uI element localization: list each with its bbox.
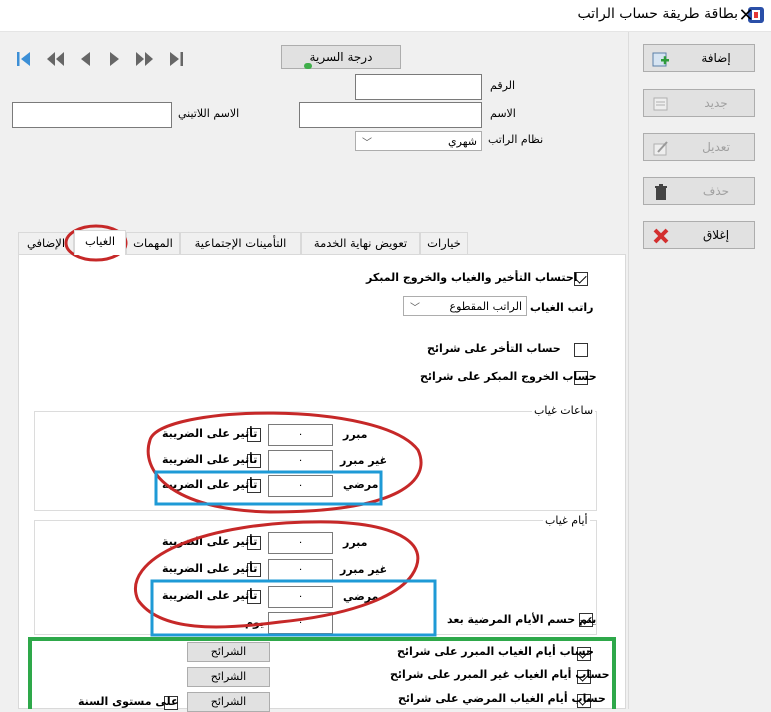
early-tiers-label: حساب الخروج المبكر على شرائح — [420, 370, 597, 383]
fast-back-icon[interactable] — [44, 50, 68, 68]
salary-system-value: شهري — [448, 135, 477, 148]
forward-icon[interactable] — [106, 50, 122, 68]
late-tiers-label: حساب التأخر على شرائح — [427, 342, 561, 355]
edit-label: تعديل — [702, 140, 730, 154]
first-record-icon[interactable] — [14, 50, 34, 68]
sick-deduct-label: يتم حسم الأيام المرضية بعد — [447, 613, 597, 626]
absence-salary-select[interactable]: ﹀ الراتب المقطوع — [403, 296, 527, 316]
hours-sick-tax-label: تأثير على الضريبة — [162, 478, 258, 491]
tier-justified-label: حساب أيام الغياب المبرر على شرائح — [397, 645, 594, 658]
days-sick-label: مرضي — [343, 590, 379, 603]
hours-unjustified-label: غير مبرر — [340, 454, 388, 467]
hours-justified-tax-label: تأثير على الضريبة — [162, 427, 258, 440]
window-title: بطاقة طريقة حساب الراتب — [577, 6, 738, 22]
tab-absence[interactable]: الغياب — [74, 230, 126, 255]
absence-salary-value: الراتب المقطوع — [449, 300, 523, 313]
days-unjustified-label: غير مبرر — [340, 563, 388, 576]
delete-label: حذف — [702, 184, 730, 198]
tab-social-insurance[interactable]: التأمينات الإجتماعية — [180, 232, 301, 254]
degree-button-label: درجة السرية — [309, 50, 373, 64]
days-justified-label: مبرر — [343, 536, 368, 549]
hours-unjustified-input[interactable]: ٠ — [268, 450, 333, 472]
edit-icon — [653, 141, 668, 156]
tier-unjustified-label: حساب أيام الغياب غير المبرر على شرائح — [390, 668, 610, 681]
days-unjustified-input[interactable]: ٠ — [268, 559, 333, 581]
add-label: إضافة — [701, 51, 731, 65]
days-sick-tax-label: تأثير على الضريبة — [162, 589, 258, 602]
name-label: الاسم — [490, 107, 516, 120]
days-justified-tax-label: تأثير على الضريبة — [162, 535, 258, 548]
edit-button[interactable]: تعديل — [643, 133, 755, 161]
tab-end-of-service[interactable]: تعويض نهاية الخدمة — [301, 232, 420, 254]
tab-overtime[interactable]: الإضافي — [18, 232, 74, 254]
salary-system-label: نظام الراتب — [488, 133, 544, 146]
year-level-label: على مستوى السنة — [78, 695, 179, 708]
close-button[interactable]: إغلاق — [643, 221, 755, 249]
status-dot-icon — [304, 63, 312, 69]
trash-icon — [655, 184, 667, 200]
tiers-justified-button[interactable]: الشرائح — [187, 642, 270, 662]
chevron-down-icon: ﹀ — [410, 303, 420, 314]
days-unjustified-tax-label: تأثير على الضريبة — [162, 562, 258, 575]
add-icon — [652, 52, 669, 67]
tiers-sick-button[interactable]: الشرائح — [187, 692, 270, 712]
late-tiers-checkbox[interactable] — [574, 343, 588, 357]
side-separator — [628, 32, 629, 709]
back-icon[interactable] — [78, 50, 94, 68]
days-justified-input[interactable]: ٠ — [268, 532, 333, 554]
close-window-button[interactable]: ✕ — [734, 4, 758, 28]
chevron-down-icon: ﹀ — [362, 138, 372, 149]
hours-unjustified-tax-label: تأثير على الضريبة — [162, 453, 258, 466]
close-label: إغلاق — [702, 228, 730, 242]
new-doc-icon — [653, 97, 668, 111]
number-input[interactable] — [355, 74, 482, 100]
hours-justified-input[interactable]: ٠ — [268, 424, 333, 446]
salary-system-select[interactable]: ﹀ شهري — [355, 131, 482, 151]
number-label: الرقم — [490, 79, 516, 92]
hours-sick-input[interactable]: ٠ — [268, 475, 333, 497]
sick-deduct-days-input[interactable]: ٠ — [268, 612, 333, 634]
days-group-title: أيام غياب — [543, 514, 590, 527]
new-button[interactable]: جديد — [643, 89, 755, 117]
latin-name-input[interactable] — [12, 102, 172, 128]
latin-name-label: الاسم اللاتيني — [178, 107, 240, 120]
new-label: جديد — [704, 96, 728, 110]
hours-group-title: ساعات غياب — [532, 404, 596, 417]
tab-options[interactable]: خيارات — [420, 232, 468, 254]
tab-tasks[interactable]: المهمات — [126, 232, 180, 254]
add-button[interactable]: إضافة — [643, 44, 755, 72]
tab-strip: خيارات تعويض نهاية الخدمة التأمينات الإج… — [18, 230, 468, 255]
tiers-unjustified-button[interactable]: الشرائح — [187, 667, 270, 687]
delete-button[interactable]: حذف — [643, 177, 755, 205]
close-x-icon — [653, 228, 669, 244]
degree-button[interactable]: درجة السرية — [281, 45, 401, 69]
hours-sick-label: مرضي — [343, 478, 379, 491]
absence-salary-label: راتب الغياب — [530, 301, 594, 314]
day-unit-label: يوم — [245, 616, 265, 629]
last-record-icon[interactable] — [166, 50, 186, 68]
fast-forward-icon[interactable] — [132, 50, 156, 68]
name-input[interactable] — [299, 102, 482, 128]
hours-justified-label: مبرر — [343, 428, 368, 441]
days-sick-input[interactable]: ٠ — [268, 586, 333, 608]
tier-sick-label: حساب أيام الغياب المرضي على شرائح — [398, 692, 606, 705]
title-bar: بطاقة طريقة حساب الراتب ✕ — [0, 0, 771, 32]
calc-absence-label: احتساب التأخير والغياب والخروج المبكر — [366, 271, 578, 284]
